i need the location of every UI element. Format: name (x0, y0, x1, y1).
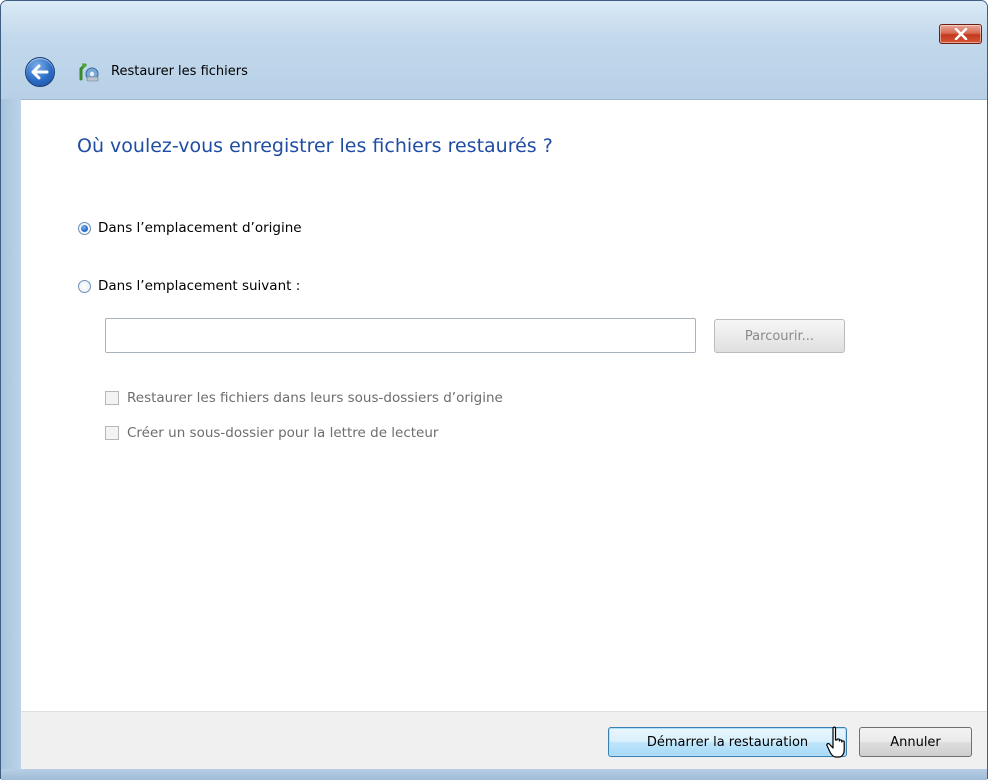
checkbox-subfolders[interactable] (105, 391, 119, 405)
window-frame-bottom (1, 769, 987, 780)
close-button[interactable] (939, 24, 982, 44)
browse-button[interactable]: Parcourir... (714, 319, 845, 353)
title-bar: Restaurer les fichiers (1, 1, 987, 101)
restore-files-icon (79, 63, 99, 82)
page-heading: Où voulez-vous enregistrer les fichiers … (77, 135, 553, 157)
back-arrow-icon (31, 64, 49, 80)
close-icon (954, 28, 967, 40)
radio-following-location[interactable]: Dans l’emplacement suivant : (78, 278, 300, 294)
checkbox-drive-letter[interactable] (105, 426, 119, 440)
checkbox-label-subfolders: Restaurer les fichiers dans leurs sous-d… (127, 390, 503, 406)
mouse-cursor-icon (826, 726, 845, 758)
checkbox-row-drive-letter[interactable]: Créer un sous-dossier pour la lettre de … (105, 425, 438, 441)
cancel-button[interactable]: Annuler (859, 727, 972, 757)
radio-label-following: Dans l’emplacement suivant : (98, 278, 301, 294)
radio-label-original: Dans l’emplacement d’origine (98, 220, 302, 236)
radio-original-location[interactable]: Dans l’emplacement d’origine (78, 220, 302, 236)
back-button[interactable] (25, 57, 55, 87)
radio-button-checked[interactable] (78, 221, 91, 235)
restore-files-window: Restaurer les fichiers Où voulez-vous en… (0, 0, 988, 780)
content-area: Où voulez-vous enregistrer les fichiers … (21, 99, 987, 711)
checkbox-label-drive-letter: Créer un sous-dossier pour la lettre de … (127, 425, 439, 441)
path-input[interactable] (105, 318, 696, 353)
window-frame-left (1, 99, 21, 769)
checkbox-row-subfolders[interactable]: Restaurer les fichiers dans leurs sous-d… (105, 390, 503, 406)
radio-button-unchecked[interactable] (78, 279, 91, 293)
window-title: Restaurer les fichiers (111, 64, 248, 79)
start-restore-button[interactable]: Démarrer la restauration (608, 727, 847, 757)
